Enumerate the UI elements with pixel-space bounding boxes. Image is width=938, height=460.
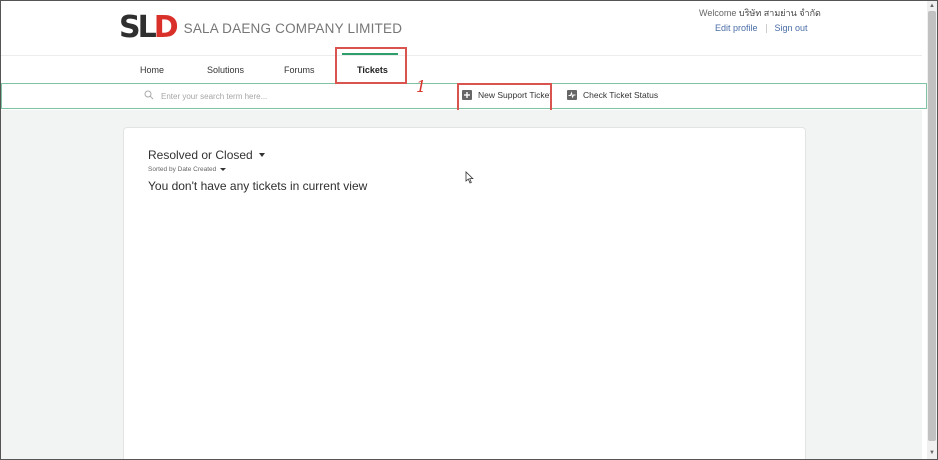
company-logo[interactable]: SLD SALA DAENG COMPANY LIMITED (119, 13, 402, 43)
pulse-chart-icon (567, 90, 577, 100)
browser-frame: SLD SALA DAENG COMPANY LIMITED Welcome บ… (0, 0, 938, 460)
site-header: SLD SALA DAENG COMPANY LIMITED Welcome บ… (1, 1, 922, 56)
nav-item-home[interactable]: Home (140, 65, 164, 75)
scrollbar-thumb[interactable] (928, 11, 936, 441)
ticket-filter-dropdown[interactable]: Resolved or Closed (148, 148, 265, 162)
nav-item-solutions[interactable]: Solutions (207, 65, 244, 75)
nav-item-forums[interactable]: Forums (284, 65, 315, 75)
scroll-down-arrow-icon[interactable]: ▼ (928, 449, 936, 457)
callout-box-new-ticket (457, 83, 552, 112)
search-icon (144, 90, 154, 100)
caret-down-icon (258, 153, 265, 157)
welcome-label: Welcome (699, 8, 737, 18)
search-input[interactable] (161, 89, 421, 103)
callout-box-tickets (335, 47, 407, 84)
logo-letter-d: D (153, 10, 179, 45)
empty-tickets-message: You don't have any tickets in current vi… (148, 179, 368, 193)
logo-letter-s: S (119, 10, 141, 45)
scroll-up-arrow-icon[interactable]: ▲ (928, 2, 936, 10)
check-ticket-status-label: Check Ticket Status (583, 90, 659, 100)
check-ticket-status-button[interactable]: Check Ticket Status (567, 90, 658, 100)
mouse-pointer-icon (465, 171, 474, 184)
company-name: SALA DAENG COMPANY LIMITED (183, 20, 403, 36)
sort-label: Sorted by Date Created (148, 166, 217, 173)
profile-links: Edit profile Sign out (715, 23, 808, 33)
logo-mark: SLD (119, 10, 179, 45)
sort-dropdown[interactable]: Sorted by Date Created (148, 166, 227, 173)
sign-out-link[interactable]: Sign out (775, 23, 808, 33)
main-nav: Home Solutions Forums Tickets (1, 56, 922, 83)
link-divider (765, 23, 767, 33)
ticket-filter-label: Resolved or Closed (148, 148, 253, 162)
callout-number-1: 1 (416, 77, 427, 96)
edit-profile-link[interactable]: Edit profile (715, 23, 758, 33)
user-name: บริษัท สามย่าน จำกัด (738, 8, 821, 18)
caret-down-icon (220, 168, 227, 171)
logo-letter-l: L (137, 10, 157, 45)
welcome-text: Welcome บริษัท สามย่าน จำกัด (699, 6, 821, 20)
